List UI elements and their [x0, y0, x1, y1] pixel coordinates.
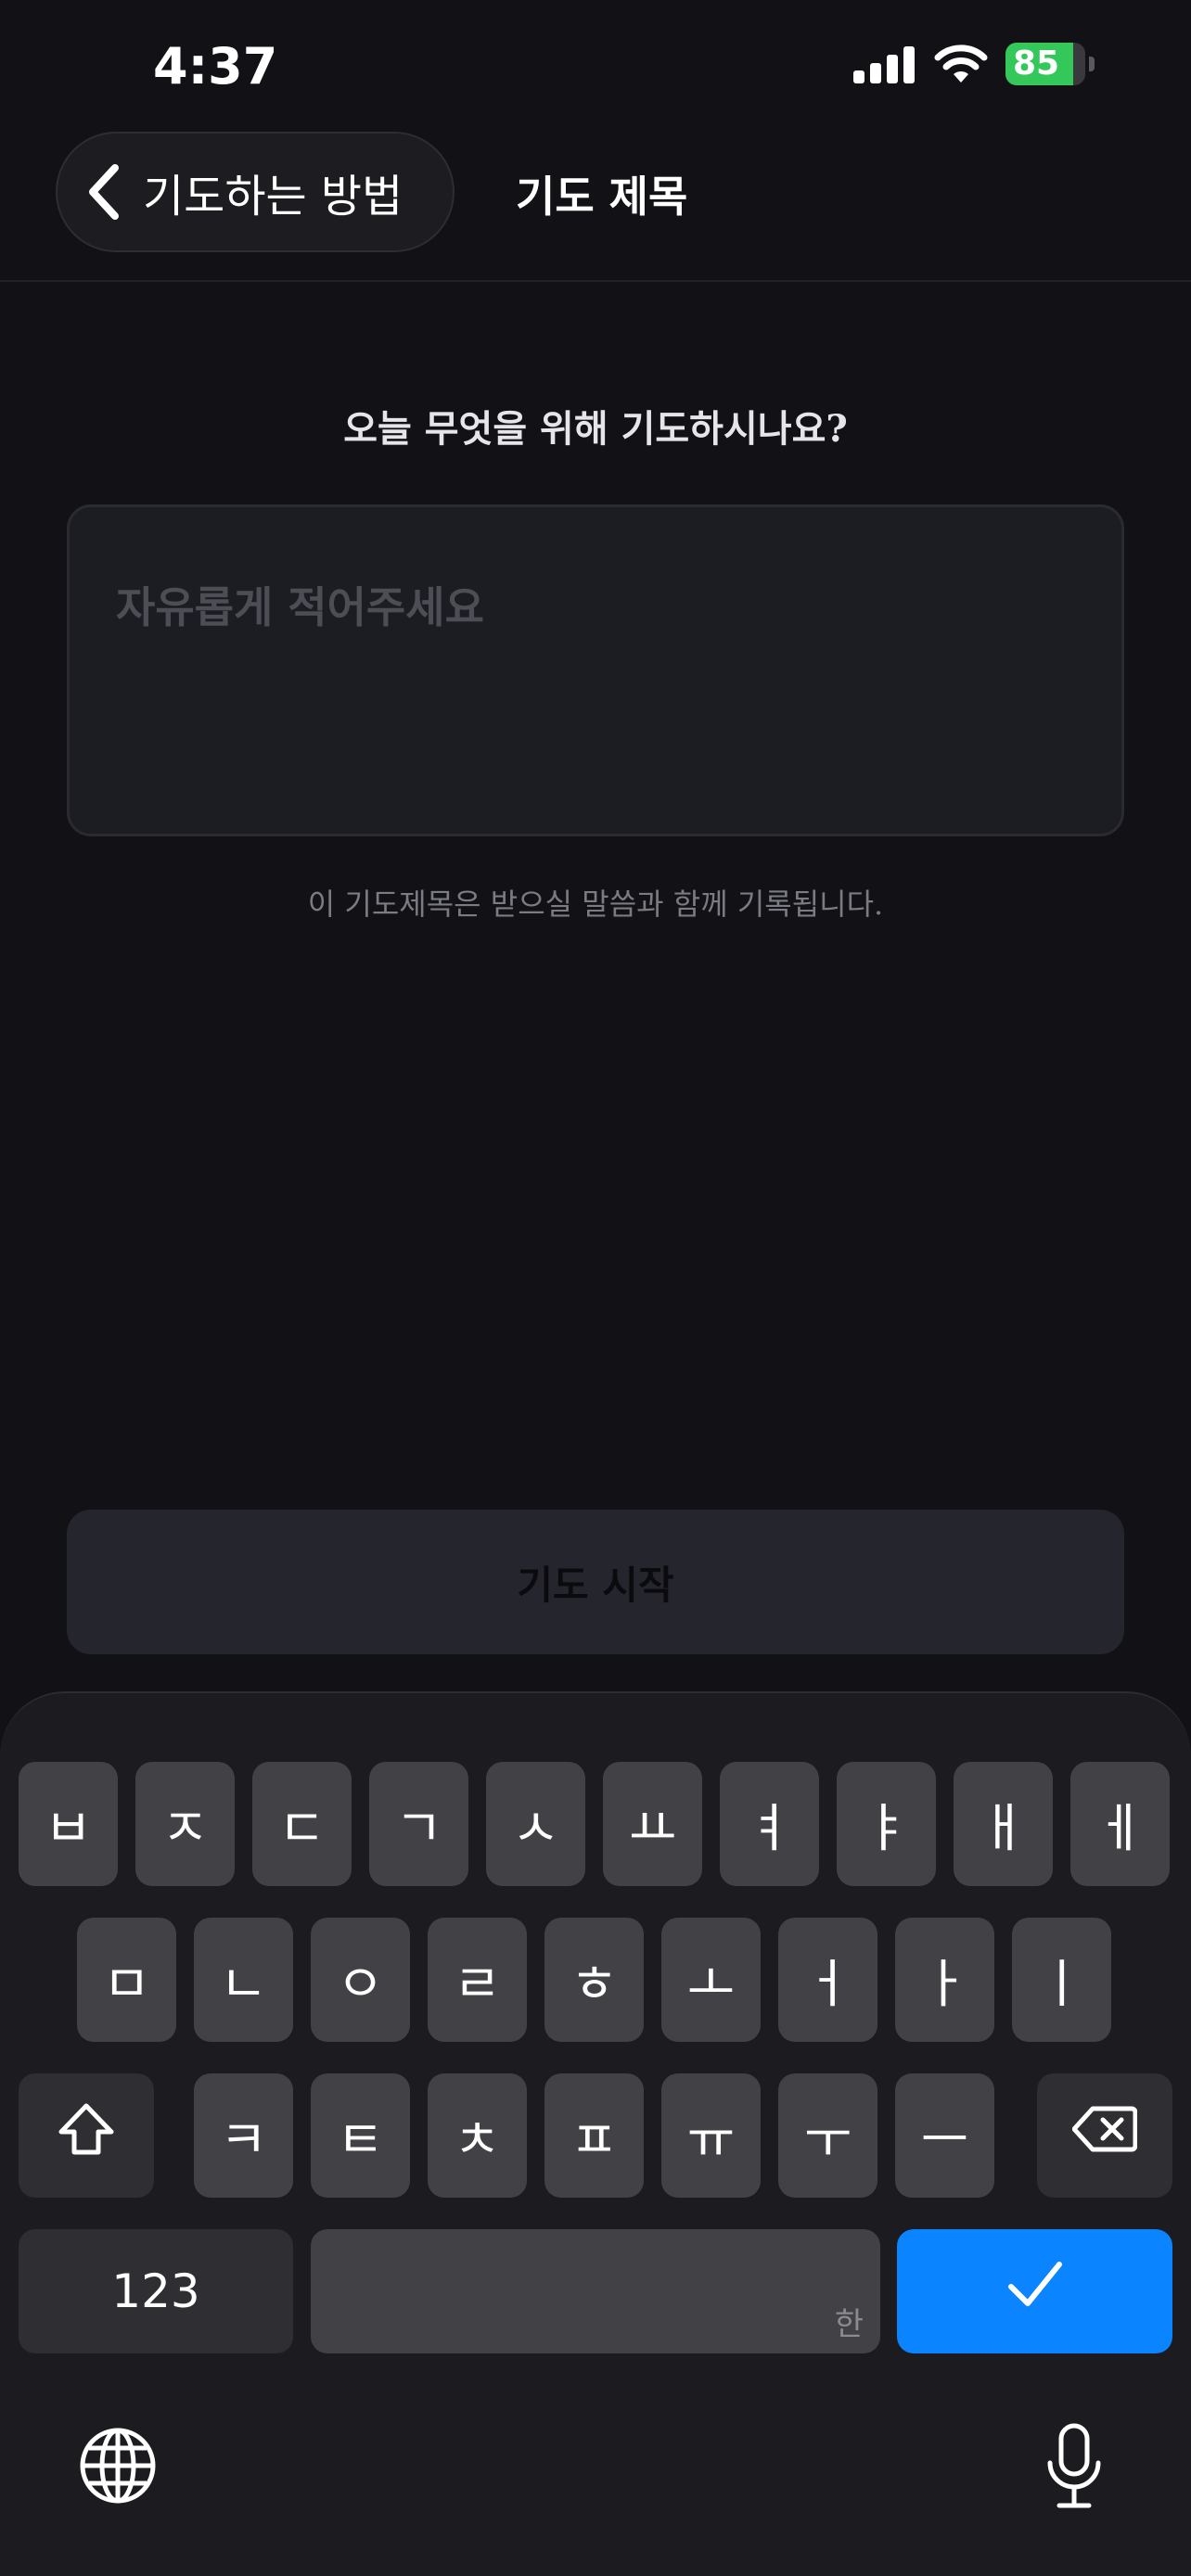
key[interactable]: ㅏ [895, 1918, 994, 2042]
key[interactable]: ㅋ [194, 2073, 293, 2198]
battery-charging-icon: 85 [1005, 43, 1095, 85]
key[interactable]: ㅕ [720, 1762, 819, 1886]
key[interactable]: ㄴ [194, 1918, 293, 2042]
page-title: 기도 제목 [516, 172, 688, 222]
globe-icon[interactable] [78, 2426, 158, 2509]
prayer-title-input[interactable] [67, 504, 1124, 836]
key[interactable]: ㅂ [19, 1762, 118, 1886]
key[interactable]: ㅗ [661, 1918, 761, 2042]
key[interactable]: ㅇ [311, 1918, 410, 2042]
prompt-question: 오늘 무엇을 위해 기도하시나요? [343, 407, 848, 451]
key[interactable]: ㄷ [252, 1762, 352, 1886]
battery-percent: 85 [1013, 45, 1060, 83]
key[interactable]: ㅎ [544, 1918, 644, 2042]
start-prayer-button[interactable]: 기도 시작 [67, 1510, 1124, 1654]
chevron-left-icon [85, 159, 132, 224]
wifi-icon [933, 44, 989, 84]
shift-key[interactable] [19, 2073, 154, 2198]
key[interactable]: ㅐ [954, 1762, 1053, 1886]
space-language-label: 한 [834, 2306, 864, 2343]
key[interactable]: ㄹ [428, 1918, 527, 2042]
battery-nub [1089, 57, 1095, 71]
key[interactable]: ㅅ [486, 1762, 585, 1886]
space-key[interactable]: 한 [311, 2229, 880, 2353]
key[interactable]: ㄱ [369, 1762, 468, 1886]
helper-text: 이 기도제목은 받으실 말씀과 함께 기록됩니다. [307, 886, 884, 922]
delete-icon [1071, 2105, 1138, 2166]
key[interactable]: ㅈ [135, 1762, 235, 1886]
checkmark-icon [1007, 2261, 1063, 2322]
key[interactable]: ㅍ [544, 2073, 644, 2198]
screen: 4:37 85 기도하는 방법 기도 제목 오늘 무엇을 위해 기도하시나요? … [0, 0, 1191, 2576]
status-time: 4:37 [153, 37, 278, 96]
key[interactable]: ㅁ [77, 1918, 176, 2042]
done-key[interactable] [897, 2229, 1172, 2353]
delete-key[interactable] [1037, 2073, 1172, 2198]
numbers-key[interactable]: 123 [19, 2229, 293, 2353]
key[interactable]: ㅊ [428, 2073, 527, 2198]
back-button-label: 기도하는 방법 [143, 171, 403, 223]
keyboard: ㅂ ㅈ ㄷ ㄱ ㅅ ㅛ ㅕ ㅑ ㅐ ㅔ ㅁ ㄴ ㅇ ㄹ ㅎ ㅗ ㅓ ㅏ ㅣ ㅋ … [0, 1691, 1191, 2576]
signal-icon [853, 45, 916, 83]
battery-body: 85 [1005, 43, 1085, 85]
microphone-icon[interactable] [1044, 2422, 1104, 2515]
back-button[interactable]: 기도하는 방법 [56, 132, 455, 252]
key[interactable]: ㅛ [603, 1762, 702, 1886]
key[interactable]: ㅡ [895, 2073, 994, 2198]
key[interactable]: ㅠ [661, 2073, 761, 2198]
key[interactable]: ㅑ [837, 1762, 936, 1886]
nav-divider [0, 280, 1191, 282]
key[interactable]: ㅔ [1070, 1762, 1170, 1886]
status-icons: 85 [853, 43, 1095, 85]
key[interactable]: ㅣ [1012, 1918, 1111, 2042]
shift-icon [58, 2102, 115, 2169]
key[interactable]: ㅜ [778, 2073, 877, 2198]
key[interactable]: ㅌ [311, 2073, 410, 2198]
key[interactable]: ㅓ [778, 1918, 877, 2042]
